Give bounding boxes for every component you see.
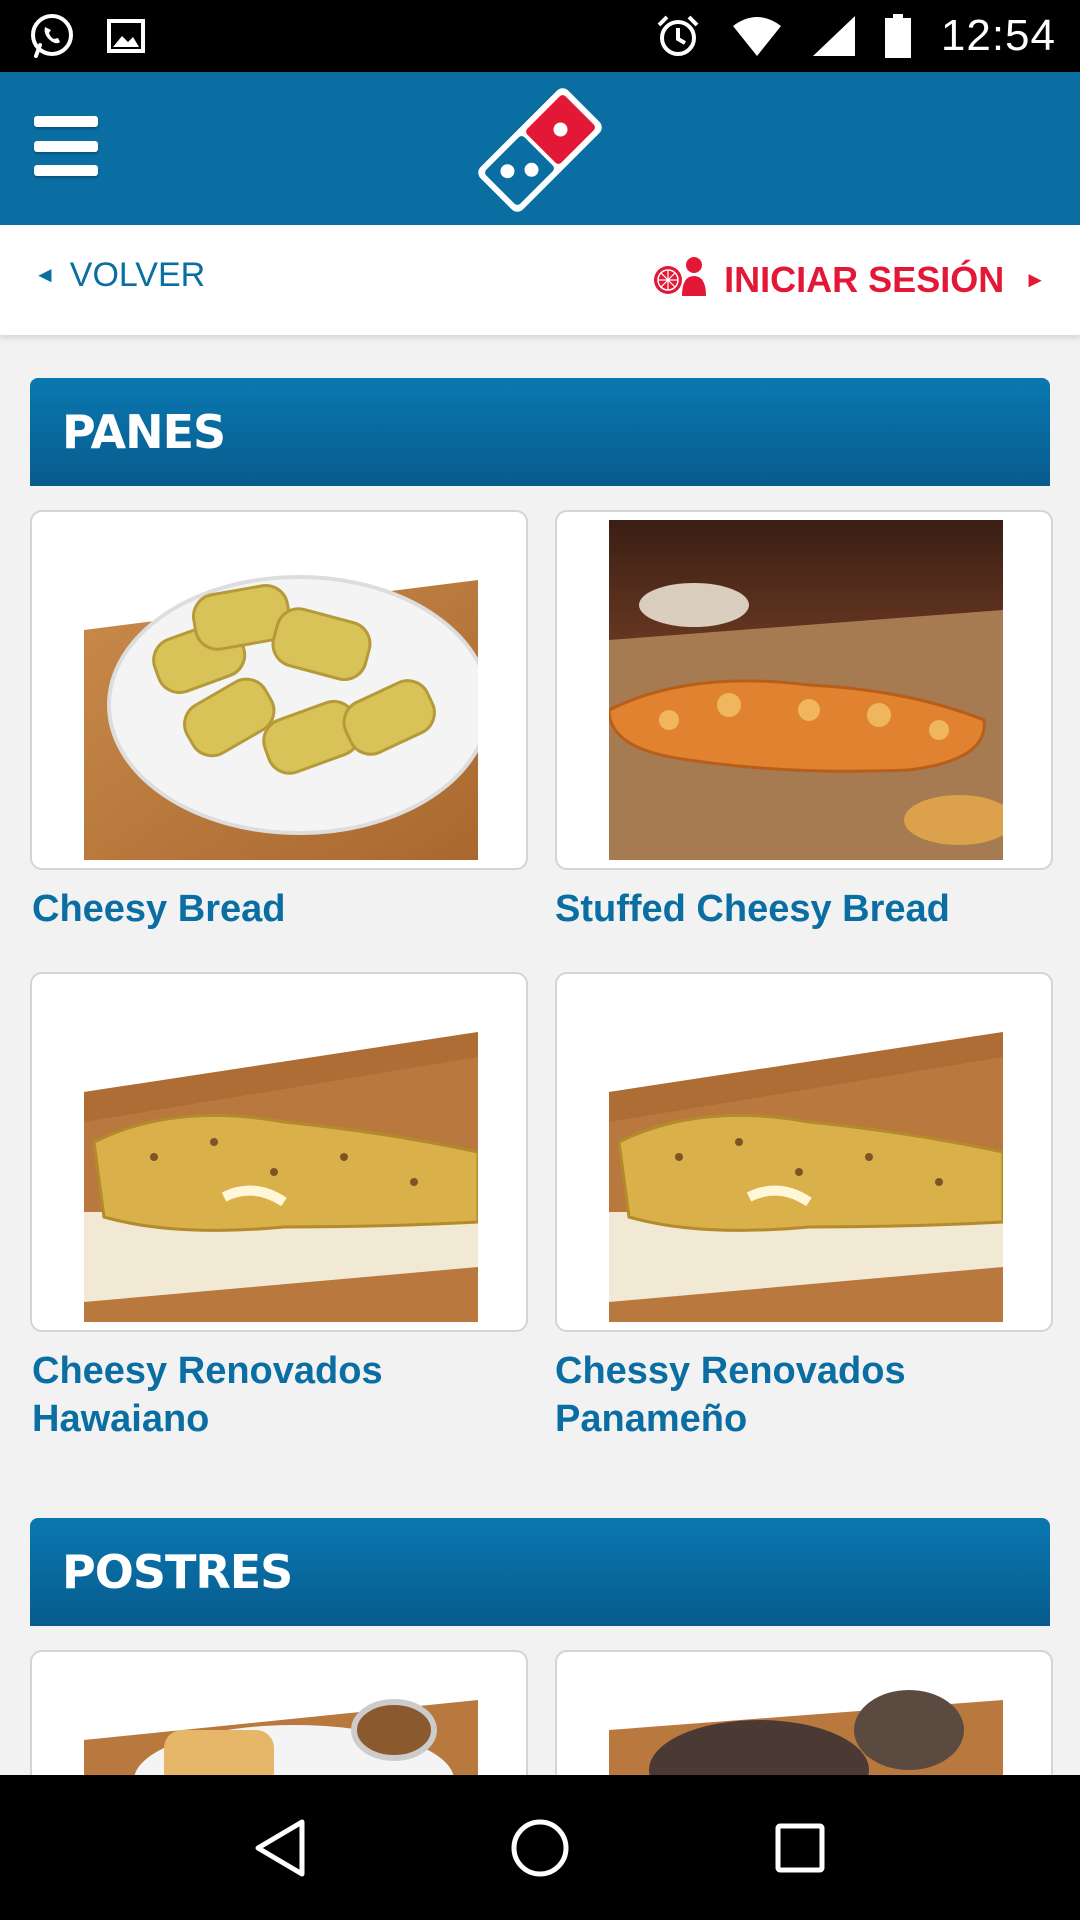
item-label-chessy-renovados-panameno[interactable]: Chessy Renovados Panameño: [555, 1347, 1045, 1443]
section-header-postres: POSTRES: [30, 1518, 1050, 1626]
item-label-stuffed-cheesy-bread[interactable]: Stuffed Cheesy Bread: [555, 885, 1045, 933]
recents-square-icon[interactable]: [760, 1808, 840, 1888]
app-bar: [0, 72, 1080, 225]
stuffed-cheesy-bread-image: [609, 520, 1003, 860]
hamburger-menu-icon[interactable]: [34, 116, 98, 176]
dominos-logo[interactable]: [470, 82, 610, 223]
product-card-postre-1[interactable]: [30, 1650, 528, 1775]
system-navigation-bar: [0, 1775, 1080, 1920]
alarm-icon: [655, 13, 701, 59]
home-circle-icon[interactable]: [500, 1808, 580, 1888]
chessy-renovados-panameno-image: [609, 982, 1003, 1322]
back-label: VOLVER: [69, 255, 206, 294]
signal-icon: [812, 16, 855, 56]
login-link[interactable]: INICIAR SESIÓN ►: [652, 256, 1046, 305]
product-card-cheesy-bread[interactable]: [30, 510, 528, 870]
back-link[interactable]: ◄ VOLVER: [34, 256, 205, 295]
login-label: INICIAR SESIÓN: [724, 259, 1005, 300]
login-arrow-icon: ►: [1024, 267, 1046, 292]
image-icon: [106, 16, 146, 56]
item-label-cheesy-renovados-hawaiano[interactable]: Cheesy Renovados Hawaiano: [32, 1347, 522, 1443]
wifi-icon: [731, 16, 783, 56]
back-triangle-icon[interactable]: [240, 1808, 320, 1888]
cheesy-renovados-hawaiano-image: [84, 982, 478, 1322]
status-bar: 12:54: [0, 0, 1080, 72]
item-label-cheesy-bread[interactable]: Cheesy Bread: [32, 885, 522, 933]
section-header-panes: PANES: [30, 378, 1050, 486]
back-arrow-icon: ◄: [34, 262, 56, 287]
postre-1-image: [84, 1660, 478, 1775]
clock-time: 12:54: [940, 11, 1056, 60]
whatsapp-icon: [28, 12, 76, 60]
menu-content[interactable]: PANES Cheesy Bread Stuffed Cheesy Bread …: [0, 335, 1080, 1775]
battery-icon: [884, 14, 911, 58]
postre-2-image: [609, 1660, 1003, 1775]
user-pizza-icon: [652, 256, 710, 305]
sub-navigation-bar: ◄ VOLVER INICIAR SESIÓN ►: [0, 225, 1080, 335]
cheesy-bread-image: [84, 520, 478, 860]
product-card-cheesy-renovados-hawaiano[interactable]: [30, 972, 528, 1332]
product-card-postre-2[interactable]: [555, 1650, 1053, 1775]
product-card-chessy-renovados-panameno[interactable]: [555, 972, 1053, 1332]
product-card-stuffed-cheesy-bread[interactable]: [555, 510, 1053, 870]
